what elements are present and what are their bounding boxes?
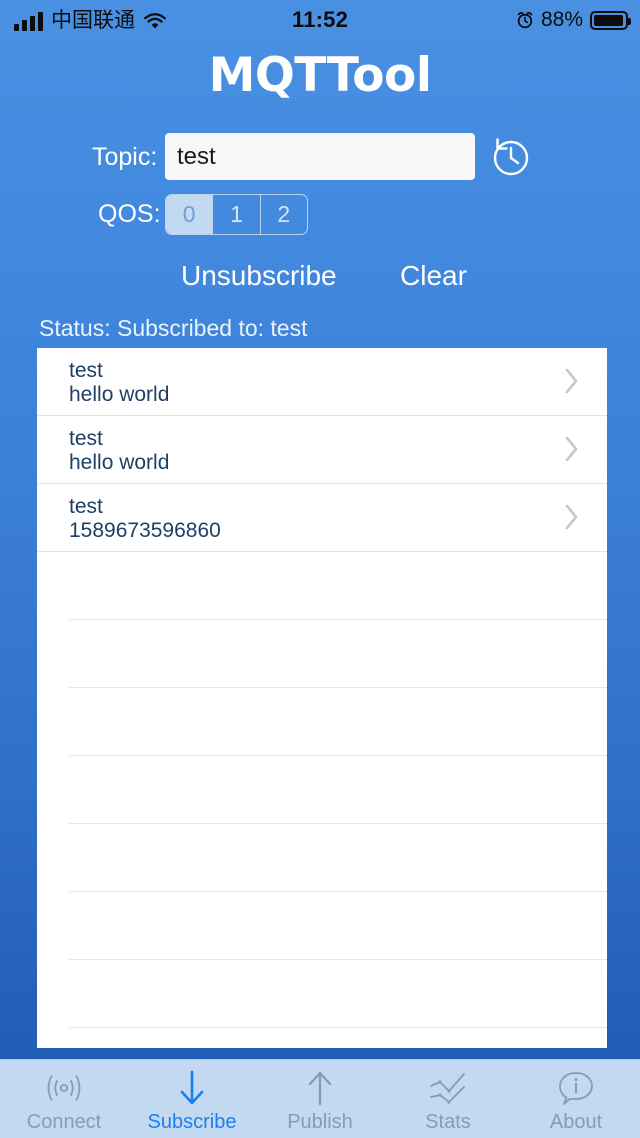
qos-option-0[interactable]: 0 [166, 195, 214, 234]
message-topic: test [69, 359, 103, 382]
status-text: Status: Subscribed to: test [39, 315, 308, 341]
list-item-empty [69, 688, 607, 756]
arrow-down-icon [171, 1068, 213, 1108]
line-chart-icon [427, 1068, 469, 1108]
chevron-right-icon [565, 368, 579, 394]
chevron-right-icon [565, 504, 579, 530]
tab-label-publish: Publish [287, 1111, 353, 1133]
list-item-empty [69, 824, 607, 892]
alarm-clock-icon [516, 11, 534, 29]
tab-connect[interactable]: Connect [0, 1060, 128, 1138]
app-screen: 中国联通 11:52 88% MQTTool Topic: test QOS: … [0, 0, 640, 1138]
broadcast-icon [43, 1068, 85, 1108]
history-clock-icon[interactable] [489, 135, 533, 179]
qos-segmented-control[interactable]: 0 1 2 [165, 194, 308, 235]
page-title: MQTTool [208, 48, 432, 103]
tab-label-stats: Stats [425, 1111, 471, 1133]
tab-label-about: About [549, 1111, 603, 1133]
status-bar-right: 88% [516, 8, 631, 32]
list-item-empty [69, 960, 607, 1028]
table-row[interactable]: test hello world [37, 348, 607, 416]
message-body: hello world [69, 383, 170, 406]
battery-icon [590, 10, 631, 30]
topic-row: Topic: [0, 133, 640, 181]
qos-row: QOS: 0 1 2 [0, 194, 640, 236]
arrow-up-icon [299, 1068, 341, 1108]
topic-label: Topic: [92, 142, 158, 171]
table-row[interactable]: test hello world [37, 416, 607, 484]
topic-input[interactable] [165, 133, 475, 180]
chevron-right-icon [565, 436, 579, 462]
list-item-empty [69, 552, 607, 620]
qos-option-1[interactable]: 1 [213, 195, 261, 234]
tab-about[interactable]: About [512, 1060, 640, 1138]
tab-label-connect: Connect [26, 1111, 102, 1133]
tab-subscribe[interactable]: Subscribe [128, 1060, 256, 1138]
info-bubble-icon [555, 1068, 597, 1108]
action-buttons: Unsubscribe Clear [0, 260, 640, 300]
message-list[interactable]: test hello world test hello world test 1… [37, 348, 607, 1048]
unsubscribe-button[interactable]: Unsubscribe [181, 260, 337, 292]
battery-percent-label: 88% [540, 8, 583, 31]
status-bar: 中国联通 11:52 88% [0, 0, 640, 40]
clear-button[interactable]: Clear [400, 260, 467, 292]
list-item-empty [69, 756, 607, 824]
list-item-empty [69, 620, 607, 688]
message-body: 1589673596860 [69, 519, 221, 542]
message-topic: test [69, 427, 103, 450]
table-row[interactable]: test 1589673596860 [37, 484, 607, 552]
qos-option-2[interactable]: 2 [261, 195, 307, 234]
message-topic: test [69, 495, 103, 518]
tab-label-subscribe: Subscribe [147, 1111, 237, 1133]
message-body: hello world [69, 451, 170, 474]
tab-bar: Connect Subscribe Publish Stats About [0, 1059, 640, 1138]
qos-label: QOS: [98, 200, 161, 228]
list-item-empty [69, 892, 607, 960]
tab-stats[interactable]: Stats [384, 1060, 512, 1138]
tab-publish[interactable]: Publish [256, 1060, 384, 1138]
list-item-empty [69, 1028, 607, 1048]
